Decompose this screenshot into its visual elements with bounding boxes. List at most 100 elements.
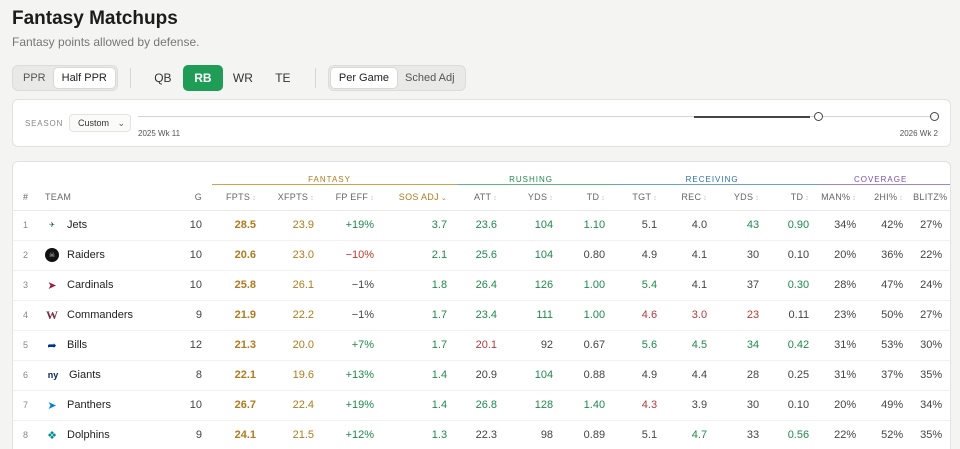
sort-icon: ↕	[755, 195, 760, 202]
col-games[interactable]: G	[170, 184, 213, 211]
col-rec-yds[interactable]: YDS ↕	[717, 184, 770, 211]
cell-rush-yds: 126	[507, 270, 564, 301]
col-xfpts[interactable]: XFPTS ↕	[266, 184, 325, 211]
cell-rec-yds: 33	[717, 420, 770, 449]
cell-twohi: 36%	[866, 240, 914, 271]
table-row[interactable]: 8 ❖ Dolphins 9 24.1 21.5 +12% 1.3 22.3 98…	[13, 420, 950, 449]
cell-team[interactable]: ☠ Raiders	[45, 240, 170, 271]
cell-rank: 4	[13, 300, 45, 331]
team-name: Dolphins	[67, 429, 110, 441]
team-name: Jets	[67, 219, 88, 231]
toolbar-divider	[314, 68, 316, 88]
group-rushing: RUSHING	[457, 162, 616, 185]
cell-rush-td: 0.88	[563, 360, 616, 391]
cell-rec: 4.0	[667, 210, 718, 241]
cell-team[interactable]: ➤ Cardinals	[45, 270, 170, 301]
cell-tgt: 5.1	[615, 210, 668, 241]
week-range-end-handle[interactable]	[930, 112, 939, 121]
col-blitz-label: BLITZ%	[913, 192, 948, 202]
cell-rec-yds: 30	[717, 240, 770, 271]
col-twohi-label: 2HI%	[874, 192, 898, 202]
col-tgt[interactable]: TGT ↕	[615, 184, 668, 211]
giants-logo-icon: ny	[47, 370, 59, 380]
col-rec-label: REC	[681, 192, 702, 202]
position-tabs: QB RB WR TE	[143, 65, 303, 91]
position-qb-button[interactable]: QB	[143, 65, 183, 91]
week-range-start-handle[interactable]	[814, 112, 823, 121]
sort-icon: ↕	[252, 195, 257, 202]
scoring-half-ppr-button[interactable]: Half PPR	[53, 68, 115, 88]
cell-tgt: 4.6	[615, 300, 668, 331]
col-sosadj[interactable]: SOS ADJ ⌄	[384, 184, 458, 211]
scoring-ppr-button[interactable]: PPR	[15, 68, 54, 88]
cell-sosadj: 3.7	[384, 210, 458, 241]
cell-tgt: 4.9	[615, 360, 668, 391]
cell-tgt: 5.6	[615, 330, 668, 361]
cell-fpeff: −1%	[324, 270, 385, 301]
cell-rush-td: 1.40	[563, 390, 616, 421]
position-te-button[interactable]: TE	[263, 65, 303, 91]
cell-team[interactable]: W Commanders	[45, 300, 170, 331]
col-rush-td[interactable]: TD ↕	[563, 184, 616, 211]
table-row[interactable]: 3 ➤ Cardinals 10 25.8 26.1 −1% 1.8 26.4 1…	[13, 270, 950, 301]
week-range-selected	[694, 116, 810, 118]
cell-man: 20%	[819, 240, 867, 271]
cell-rush-yds: 104	[507, 210, 564, 241]
cell-rec-td: 0.56	[769, 420, 820, 449]
col-rank[interactable]: #	[13, 184, 45, 211]
season-select-value: Custom	[78, 118, 110, 128]
mode-sched-adj-button[interactable]: Sched Adj	[397, 68, 463, 88]
cell-tgt: 4.9	[615, 240, 668, 271]
cell-team[interactable]: ➤ Panthers	[45, 390, 170, 421]
cell-team[interactable]: ✈ Jets	[45, 210, 170, 241]
cell-games: 10	[170, 240, 213, 271]
cell-fpts: 25.8	[212, 270, 267, 301]
cell-team[interactable]: ❖ Dolphins	[45, 420, 170, 449]
cell-rush-yds: 111	[507, 300, 564, 331]
cell-rush-td: 1.10	[563, 210, 616, 241]
cell-att: 20.9	[457, 360, 508, 391]
cell-team[interactable]: ny Giants	[45, 360, 170, 391]
table-row[interactable]: 7 ➤ Panthers 10 26.7 22.4 +19% 1.4 26.8 1…	[13, 390, 950, 421]
mode-per-game-button[interactable]: Per Game	[330, 68, 398, 88]
sort-icon: ↕	[549, 195, 554, 202]
cell-sosadj: 1.7	[384, 330, 458, 361]
cell-xfpts: 19.6	[266, 360, 325, 391]
position-rb-button[interactable]: RB	[182, 65, 223, 91]
cell-rec-yds: 37	[717, 270, 770, 301]
col-blitz[interactable]: BLITZ%↕	[913, 184, 950, 211]
cell-rec-td: 0.10	[769, 240, 820, 271]
table-row[interactable]: 4 W Commanders 9 21.9 22.2 −1% 1.7 23.4 1…	[13, 300, 950, 331]
table-row[interactable]: 5 ➦ Bills 12 21.3 20.0 +7% 1.7 20.1 92 0.…	[13, 330, 950, 361]
table-row[interactable]: 2 ☠ Raiders 10 20.6 23.0 −10% 2.1 25.6 10…	[13, 240, 950, 271]
column-group-row: FANTASY RUSHING RECEIVING COVERAGE	[13, 162, 950, 185]
sort-icon: ↕	[949, 195, 950, 202]
cell-rec-td: 0.25	[769, 360, 820, 391]
col-man[interactable]: MAN% ↕	[819, 184, 867, 211]
sort-icon: ↕	[653, 195, 658, 202]
col-rec-td[interactable]: TD ↕	[769, 184, 820, 211]
week-range-min-label: 2025 Wk 11	[138, 129, 181, 138]
cardinals-logo-icon: ➤	[47, 279, 57, 292]
col-xfpts-label: XFPTS	[277, 192, 309, 202]
cell-fpts: 28.5	[212, 210, 267, 241]
col-twohi[interactable]: 2HI% ↕	[866, 184, 914, 211]
col-team[interactable]: TEAM	[45, 184, 170, 211]
cell-rec: 3.9	[667, 390, 718, 421]
sort-icon: ↕	[852, 195, 857, 202]
cell-team[interactable]: ➦ Bills	[45, 330, 170, 361]
cell-rank: 2	[13, 240, 45, 271]
col-rec[interactable]: REC ↕	[667, 184, 718, 211]
table-row[interactable]: 6 ny Giants 8 22.1 19.6 +13% 1.4 20.9 104…	[13, 360, 950, 391]
cell-att: 26.8	[457, 390, 508, 421]
cell-man: 23%	[819, 300, 867, 331]
col-fpeff[interactable]: FP EFF ↕	[324, 184, 385, 211]
table-row[interactable]: 1 ✈ Jets 10 28.5 23.9 +19% 3.7 23.6 104 1…	[13, 210, 950, 241]
cell-tgt: 5.1	[615, 420, 668, 449]
col-rush-yds[interactable]: YDS ↕	[507, 184, 564, 211]
position-wr-button[interactable]: WR	[223, 65, 263, 91]
season-filter-card: SEASON Custom ⌄ 2025 Wk 11 2026 Wk 2	[12, 99, 951, 147]
col-fpts[interactable]: FPTS ↕	[212, 184, 267, 211]
col-att[interactable]: ATT ↕	[457, 184, 508, 211]
season-select[interactable]: Custom ⌄	[69, 114, 131, 132]
